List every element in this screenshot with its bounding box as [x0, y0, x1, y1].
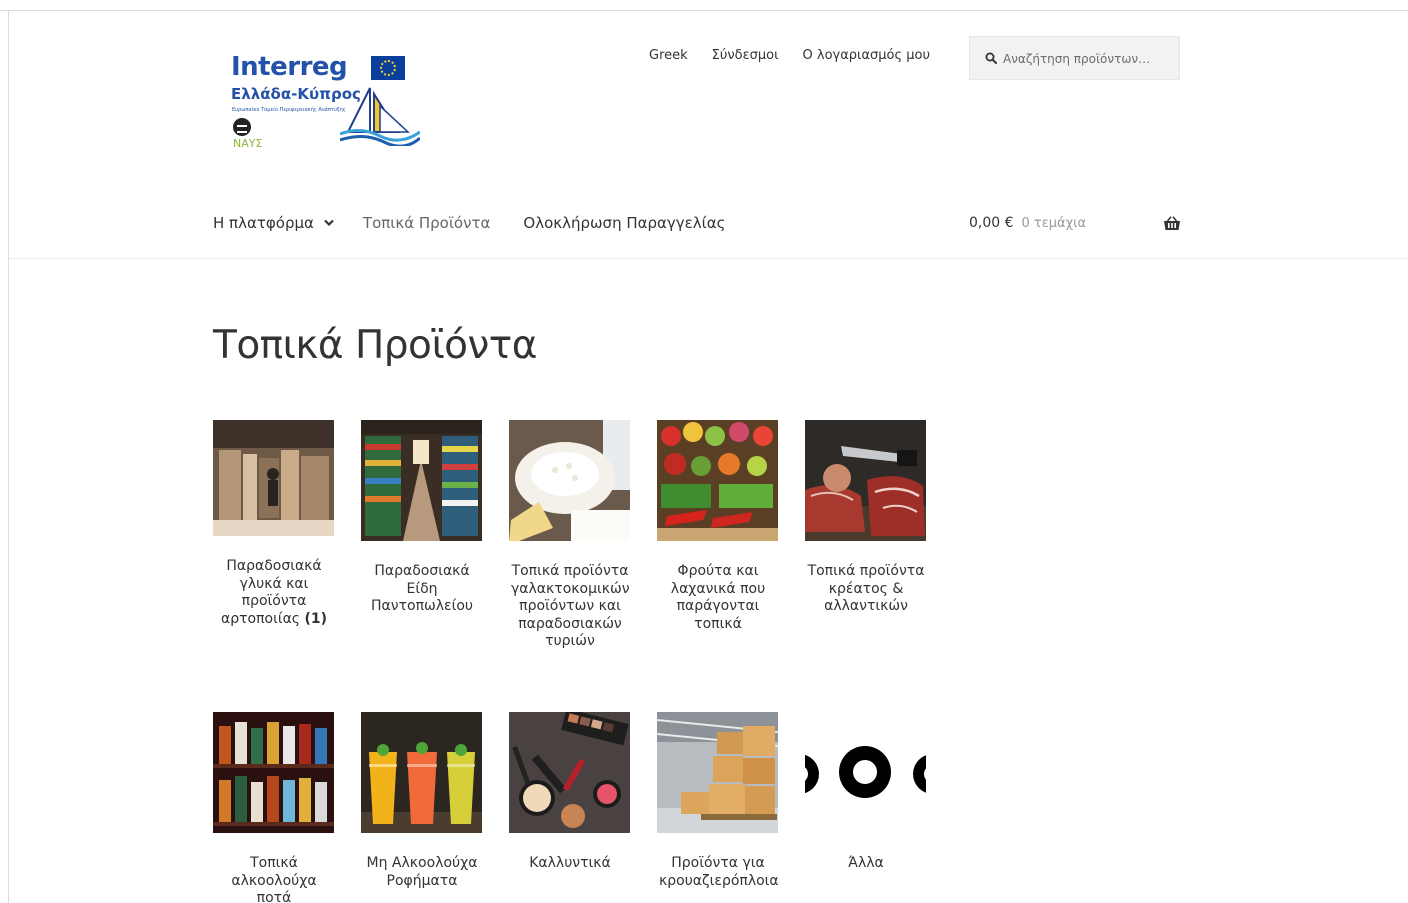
category-meat[interactable]: Τοπικά προϊόντα κρέατος & αλλαντικών: [805, 420, 927, 616]
category-cosmetics[interactable]: Καλλυντικά: [509, 712, 631, 873]
nav-item-label: Τοπικά Προϊόντα: [362, 214, 491, 232]
category-grocery[interactable]: Παραδοσιακά Είδη Παντοπωλείου: [361, 420, 483, 616]
category-dairy[interactable]: Τοπικά προϊόντα γαλακτοκομικών προϊόντων…: [509, 420, 631, 651]
project-badge-icon: [233, 118, 251, 136]
links-link[interactable]: Σύνδεσμοι: [712, 47, 779, 65]
basket-icon: [1164, 216, 1180, 230]
header-cart[interactable]: 0,00 € 0 τεμάχια: [969, 212, 1181, 234]
category-thumbnail[interactable]: [805, 420, 926, 541]
category-name[interactable]: Τοπικά προϊόντα κρέατος & αλλαντικών: [805, 563, 927, 616]
product-search: [969, 36, 1180, 80]
nav-item-checkout[interactable]: Ολοκλήρωση Παραγγελίας: [523, 212, 725, 234]
category-alcoholic-drinks[interactable]: Τοπικά αλκοολούχα ποτά: [213, 712, 335, 903]
category-cruise-products[interactable]: Προϊόντα για κρουαζιερόπλοια: [657, 712, 779, 890]
logo-project-name: ΝΑΥΣ: [233, 137, 263, 150]
nav-item-local-products[interactable]: Τοπικά Προϊόντα: [363, 212, 490, 234]
page-frame-left: [8, 10, 9, 903]
category-count: (1): [304, 610, 328, 627]
category-soft-drinks[interactable]: Μη Αλκοολούχα Ροφήματα: [361, 712, 483, 890]
nav-item-label: Ολοκλήρωση Παραγγελίας: [523, 214, 726, 232]
nav-item-platform[interactable]: Η πλατφόρμα: [213, 212, 334, 234]
category-name[interactable]: Μη Αλκοολούχα Ροφήματα: [361, 855, 483, 890]
category-thumbnail[interactable]: [361, 420, 482, 541]
header-divider: [9, 258, 1408, 259]
cart-amount: 0,00 €: [969, 215, 1014, 231]
category-name[interactable]: Άλλα: [805, 855, 927, 873]
category-thumbnail[interactable]: [509, 712, 630, 833]
sailboat-icon: [340, 87, 420, 146]
language-link[interactable]: Greek: [649, 47, 688, 65]
category-name[interactable]: Τοπικά αλκοολούχα ποτά: [213, 855, 335, 903]
logo-title: Interreg: [231, 52, 348, 82]
category-thumbnail[interactable]: [657, 420, 778, 541]
page-frame-top: [0, 10, 1408, 11]
eu-flag-icon: [371, 56, 405, 80]
page-title: Τοπικά Προϊόντα: [213, 323, 537, 368]
category-name[interactable]: Τοπικά προϊόντα γαλακτοκομικών προϊόντων…: [509, 563, 631, 651]
category-thumbnail[interactable]: [509, 420, 630, 541]
category-thumbnail[interactable]: [213, 712, 334, 833]
category-name[interactable]: Φρούτα και λαχανικά που παράγονται τοπικ…: [657, 563, 779, 633]
category-thumbnail[interactable]: [657, 712, 778, 833]
category-bakery[interactable]: Παραδοσιακά γλυκά και προϊόντα αρτοποιία…: [213, 420, 335, 628]
category-thumbnail[interactable]: [213, 420, 334, 536]
search-icon: [985, 52, 997, 64]
category-name[interactable]: Παραδοσιακά Είδη Παντοπωλείου: [361, 563, 483, 616]
secondary-nav: Greek Σύνδεσμοι Ο λογαριασμός μου: [649, 47, 930, 65]
nav-item-label: Η πλατφόρμα: [213, 214, 314, 232]
search-input[interactable]: [1003, 49, 1173, 69]
primary-nav: Η πλατφόρμα Τοπικά Προϊόντα Ολοκλήρωση Π…: [213, 212, 725, 234]
category-thumbnail[interactable]: [361, 712, 482, 833]
category-other[interactable]: Άλλα: [805, 712, 927, 873]
chevron-down-icon: [324, 219, 334, 227]
site-logo[interactable]: Interreg Ελλάδα-Κύπρος Ευρωπαϊκό Ταμείο …: [230, 52, 420, 152]
category-fruits-vegetables[interactable]: Φρούτα και λαχανικά που παράγονται τοπικ…: [657, 420, 779, 633]
logo-tagline: Ευρωπαϊκό Ταμείο Περιφερειακής Ανάπτυξης: [232, 107, 346, 113]
category-name[interactable]: Προϊόντα για κρουαζιερόπλοια: [657, 855, 779, 890]
cart-item-count: 0 τεμάχια: [1021, 215, 1087, 231]
category-name[interactable]: Καλλυντικά: [509, 855, 631, 873]
category-name[interactable]: Παραδοσιακά γλυκά και προϊόντα αρτοποιία…: [213, 558, 335, 628]
category-thumbnail[interactable]: [805, 712, 926, 833]
my-account-link[interactable]: Ο λογαριασμός μου: [803, 47, 930, 65]
